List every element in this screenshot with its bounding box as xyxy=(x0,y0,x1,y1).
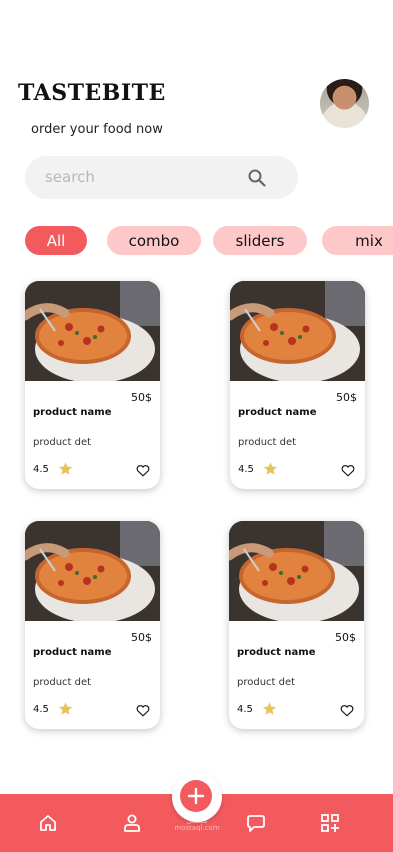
product-card[interactable]: 50$ product name product det 4.5 xyxy=(25,521,160,729)
product-name: product name xyxy=(33,647,112,658)
search-icon[interactable] xyxy=(247,168,267,188)
product-card[interactable]: 50$ product name product det 4.5 xyxy=(25,281,160,489)
qr-grid-icon[interactable] xyxy=(320,813,340,833)
product-details: product det xyxy=(238,437,297,448)
chip-mix[interactable]: mix xyxy=(322,226,393,255)
star-icon xyxy=(58,462,73,475)
product-details: product det xyxy=(33,677,92,688)
product-price: 50$ xyxy=(335,631,356,644)
product-name: product name xyxy=(33,407,112,418)
product-rating: 4.5 xyxy=(33,464,49,475)
avatar[interactable] xyxy=(320,79,369,128)
search-input[interactable]: search xyxy=(45,168,95,186)
product-rating: 4.5 xyxy=(237,704,253,715)
add-button[interactable] xyxy=(180,780,212,812)
heart-icon[interactable] xyxy=(136,704,150,717)
product-details: product det xyxy=(33,437,92,448)
chip-all[interactable]: All xyxy=(25,226,87,255)
search-bar[interactable]: search xyxy=(25,156,298,199)
product-name: product name xyxy=(237,647,316,658)
product-card[interactable]: 50$ product name product det 4.5 xyxy=(230,281,365,489)
watermark-url: mostaql.com xyxy=(174,824,220,832)
product-image xyxy=(229,521,364,621)
plus-icon xyxy=(187,787,205,805)
product-rating: 4.5 xyxy=(33,704,49,715)
product-price: 50$ xyxy=(131,631,152,644)
product-card[interactable]: 50$ product name product det 4.5 xyxy=(229,521,364,729)
product-image xyxy=(230,281,365,381)
heart-icon[interactable] xyxy=(340,704,354,717)
product-price: 50$ xyxy=(336,391,357,404)
product-image xyxy=(25,521,160,621)
heart-icon[interactable] xyxy=(136,464,150,477)
star-icon xyxy=(263,462,278,475)
product-price: 50$ xyxy=(131,391,152,404)
profile-icon[interactable] xyxy=(122,813,142,833)
product-details: product det xyxy=(237,677,296,688)
product-rating: 4.5 xyxy=(238,464,254,475)
star-icon xyxy=(262,702,277,715)
chat-icon[interactable] xyxy=(246,813,266,833)
chip-sliders[interactable]: sliders xyxy=(213,226,307,255)
brand-title: TASTEBITE xyxy=(18,80,166,106)
tagline: order your food now xyxy=(31,122,163,137)
product-name: product name xyxy=(238,407,317,418)
heart-icon[interactable] xyxy=(341,464,355,477)
category-chips: All combo sliders mix xyxy=(0,226,393,256)
watermark: مستقل mostaql.com xyxy=(172,818,222,832)
home-icon[interactable] xyxy=(38,813,58,833)
star-icon xyxy=(58,702,73,715)
chip-combo[interactable]: combo xyxy=(107,226,201,255)
product-image xyxy=(25,281,160,381)
